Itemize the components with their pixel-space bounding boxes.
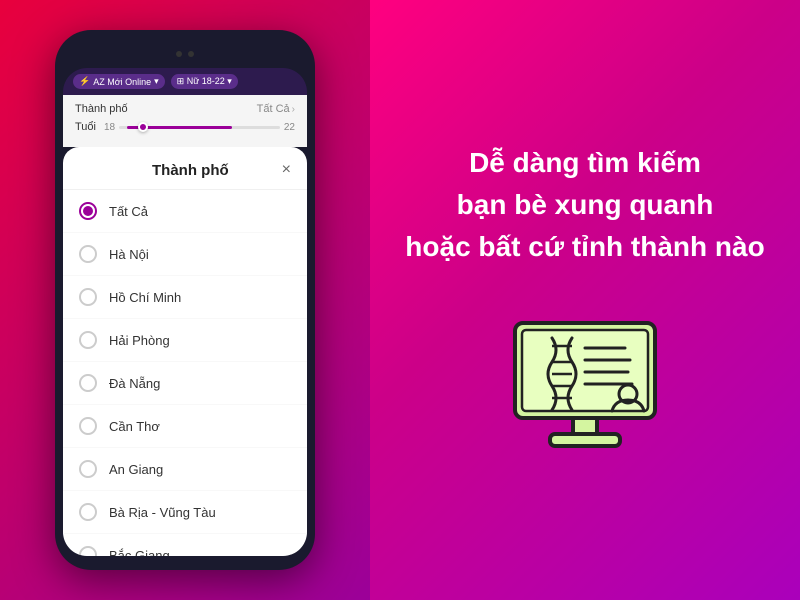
city-filter-row[interactable]: Thành phố Tất Cả › — [75, 103, 295, 115]
list-item[interactable]: Tất Cả — [63, 190, 307, 233]
filter-button[interactable]: ⊞ Nữ 18-22 ▾ — [171, 74, 238, 89]
list-item[interactable]: An Giang — [63, 448, 307, 491]
age-filter-row: Tuổi 18 22 — [75, 121, 295, 133]
left-section: ⚡ AZ Mới Online ▾ ⊞ Nữ 18-22 ▾ Thành phố… — [0, 0, 370, 600]
notch-sensor — [188, 51, 194, 57]
phone-screen: ⚡ AZ Mới Online ▾ ⊞ Nữ 18-22 ▾ Thành phố… — [63, 68, 307, 556]
item-label: Bắc Giang — [109, 548, 170, 557]
city-modal: Thành phố × Tất Cả Hà Nội — [63, 147, 307, 556]
badge-chevron: ▾ — [154, 76, 159, 87]
radio-tat-ca[interactable] — [79, 202, 97, 220]
top-bar: ⚡ AZ Mới Online ▾ ⊞ Nữ 18-22 ▾ — [63, 68, 307, 95]
item-label: Tất Cả — [109, 204, 148, 219]
list-item[interactable]: Đà Nẵng — [63, 362, 307, 405]
age-max-label: 22 — [284, 122, 295, 133]
notch-camera — [176, 51, 182, 57]
modal-title: Thành phố — [99, 162, 282, 179]
age-slider[interactable]: 18 22 — [104, 122, 295, 133]
list-item[interactable]: Hà Nội — [63, 233, 307, 276]
badge-label: AZ Mới Online — [93, 77, 151, 87]
promo-text: Dễ dàng tìm kiếm bạn bè xung quanh hoặc … — [405, 142, 764, 268]
item-label: Bà Rịa - Vũng Tàu — [109, 505, 216, 520]
item-label: Đà Nẵng — [109, 376, 160, 391]
right-section: Dễ dàng tìm kiếm bạn bè xung quanh hoặc … — [370, 0, 800, 600]
filter-chevron: ▾ — [227, 76, 232, 86]
slider-thumb[interactable] — [138, 122, 148, 132]
radio-can-tho[interactable] — [79, 417, 97, 435]
radio-ba-ria[interactable] — [79, 503, 97, 521]
list-item[interactable]: Hồ Chí Minh — [63, 276, 307, 319]
item-label: Hà Nội — [109, 247, 149, 262]
item-label: Hồ Chí Minh — [109, 290, 181, 305]
list-item[interactable]: Bà Rịa - Vũng Tàu — [63, 491, 307, 534]
filter-panel: Thành phố Tất Cả › Tuổi 18 22 — [63, 95, 307, 147]
list-item[interactable]: Hải Phòng — [63, 319, 307, 362]
item-label: Hải Phòng — [109, 333, 170, 348]
radio-an-giang[interactable] — [79, 460, 97, 478]
monitor-svg — [500, 318, 670, 458]
city-chevron-icon: › — [292, 104, 295, 115]
radio-hai-phong[interactable] — [79, 331, 97, 349]
modal-header: Thành phố × — [63, 147, 307, 190]
radio-inner — [83, 206, 93, 216]
city-filter-label: Thành phố — [75, 103, 128, 115]
radio-ha-noi[interactable] — [79, 245, 97, 263]
online-badge[interactable]: ⚡ AZ Mới Online ▾ — [73, 74, 165, 89]
item-label: Cần Thơ — [109, 419, 160, 434]
radio-da-nang[interactable] — [79, 374, 97, 392]
text-line1: Dễ dàng tìm kiếm — [469, 147, 701, 178]
item-label: An Giang — [109, 462, 163, 477]
radio-hcm[interactable] — [79, 288, 97, 306]
slider-track — [119, 126, 280, 129]
list-item[interactable]: Cần Thơ — [63, 405, 307, 448]
monitor-illustration — [500, 318, 670, 458]
modal-list: Tất Cả Hà Nội Hồ Chí Minh Hải Phòng — [63, 190, 307, 556]
text-line3: hoặc bất cứ tỉnh thành nào — [405, 231, 764, 262]
phone-frame: ⚡ AZ Mới Online ▾ ⊞ Nữ 18-22 ▾ Thành phố… — [55, 30, 315, 570]
badge-icon: ⚡ — [79, 76, 90, 87]
age-min-label: 18 — [104, 122, 115, 133]
filter-icon: ⊞ — [177, 76, 185, 86]
radio-bac-giang[interactable] — [79, 546, 97, 556]
modal-close-button[interactable]: × — [282, 161, 291, 179]
list-item[interactable]: Bắc Giang — [63, 534, 307, 556]
filter-label: Nữ 18-22 — [187, 76, 225, 86]
text-line2: bạn bè xung quanh — [457, 189, 714, 220]
city-filter-value: Tất Cả › — [257, 103, 295, 115]
phone-notch-area — [63, 44, 307, 64]
age-filter-label: Tuổi — [75, 121, 96, 133]
phone-notch — [145, 47, 225, 61]
